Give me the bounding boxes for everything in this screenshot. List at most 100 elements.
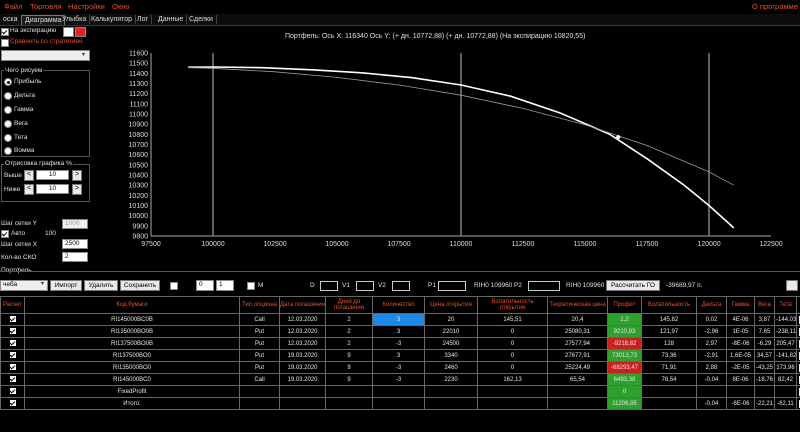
col-header[interactable]: Дней до погашения bbox=[325, 296, 373, 314]
radio-theta[interactable] bbox=[4, 134, 12, 142]
table-cell[interactable]: 6493,38 bbox=[607, 373, 642, 386]
table-cell[interactable]: Call bbox=[239, 313, 280, 326]
menu-trade[interactable]: Торговля bbox=[30, 2, 61, 11]
table-cell[interactable]: 0 bbox=[477, 361, 548, 374]
table-cell[interactable]: 25080,31 bbox=[547, 325, 608, 338]
radio-vomma[interactable] bbox=[4, 147, 12, 155]
table-cell[interactable]: 2 bbox=[325, 337, 373, 350]
table-cell[interactable]: 0 bbox=[607, 385, 642, 398]
table-cell[interactable]: 0 bbox=[477, 325, 548, 338]
tab-log[interactable]: Лог bbox=[134, 15, 153, 24]
table-cell[interactable]: 24500 bbox=[424, 337, 478, 350]
table-cell[interactable]: 82,42 bbox=[774, 373, 797, 386]
table-cell[interactable] bbox=[424, 385, 478, 398]
table-cell[interactable]: 2,88 bbox=[696, 361, 727, 374]
menu-window[interactable]: Окно bbox=[112, 2, 129, 11]
row-calc-checkbox[interactable] bbox=[0, 349, 25, 362]
tab-smile[interactable]: Улыбка bbox=[59, 15, 91, 24]
v2-input[interactable] bbox=[392, 281, 410, 291]
table-cell[interactable]: -8E-06 bbox=[726, 337, 755, 350]
tab-board[interactable]: оска bbox=[0, 15, 22, 24]
checkbox-icon[interactable] bbox=[9, 364, 16, 371]
table-cell[interactable]: 128 bbox=[641, 337, 697, 350]
table-cell[interactable]: -238,11 bbox=[774, 325, 797, 338]
table-cell[interactable]: 27577,94 bbox=[547, 337, 608, 350]
table-cell[interactable]: 12.03.2020 bbox=[279, 325, 326, 338]
col-header[interactable]: Цена открытия bbox=[424, 296, 478, 314]
col-header[interactable]: Дельта bbox=[696, 296, 727, 314]
table-cell[interactable]: -18,76 bbox=[754, 373, 775, 386]
table-cell[interactable] bbox=[239, 397, 280, 410]
below-increase-button[interactable]: > bbox=[72, 184, 82, 195]
table-cell[interactable]: 3 bbox=[372, 349, 425, 362]
table-cell[interactable]: 173,96 bbox=[774, 361, 797, 374]
table-cell[interactable]: -2E-05 bbox=[726, 361, 755, 374]
p1-input[interactable] bbox=[438, 281, 466, 291]
table-cell[interactable]: RI145000BC0B bbox=[24, 313, 240, 326]
table-cell[interactable]: 78,54 bbox=[641, 373, 697, 386]
table-cell[interactable]: -144,03 bbox=[774, 313, 797, 326]
table-cell[interactable] bbox=[372, 385, 425, 398]
table-cell[interactable] bbox=[726, 385, 755, 398]
table-cell[interactable]: RI137500BO0 bbox=[24, 349, 240, 362]
tab-deals[interactable]: Сделки bbox=[186, 15, 217, 24]
table-cell[interactable]: 2460 bbox=[424, 361, 478, 374]
table-cell[interactable]: 3340 bbox=[424, 349, 478, 362]
table-cell[interactable]: 19.03.2020 bbox=[279, 373, 326, 386]
table-cell[interactable]: Call bbox=[239, 373, 280, 386]
checkbox-icon[interactable] bbox=[9, 328, 16, 335]
select-all-checkbox[interactable] bbox=[170, 282, 178, 290]
col-header[interactable]: Вега bbox=[754, 296, 775, 314]
color-swatch-red[interactable] bbox=[75, 27, 86, 37]
table-cell[interactable]: -62,11 bbox=[774, 397, 797, 410]
table-row[interactable]: FixedProfit 0 X bbox=[0, 385, 800, 398]
table-cell[interactable]: 0 bbox=[477, 337, 548, 350]
checkbox-icon[interactable] bbox=[9, 400, 16, 407]
table-cell[interactable]: 20 bbox=[424, 313, 478, 326]
payoff-chart[interactable]: 9800 9900 10000 10100 10200 10300 10400 10500 10… bbox=[95, 26, 800, 266]
table-cell[interactable]: 9 bbox=[325, 361, 373, 374]
table-cell[interactable]: 205,47 bbox=[774, 337, 797, 350]
table-cell[interactable]: Put bbox=[239, 349, 280, 362]
compare-checkbox[interactable] bbox=[1, 39, 9, 47]
table-cell[interactable]: -2,96 bbox=[696, 325, 727, 338]
col-header[interactable]: Расчет bbox=[0, 296, 25, 314]
table-cell[interactable]: 11206,95 bbox=[607, 397, 642, 410]
below-decrease-button[interactable]: < bbox=[24, 184, 34, 195]
table-cell[interactable]: 2230 bbox=[424, 373, 478, 386]
table-cell[interactable]: -22,21 bbox=[754, 397, 775, 410]
table-cell[interactable] bbox=[325, 385, 373, 398]
row-calc-checkbox[interactable] bbox=[0, 385, 25, 398]
table-cell[interactable]: -3 bbox=[372, 361, 425, 374]
table-cell[interactable]: 71,91 bbox=[641, 361, 697, 374]
table-cell[interactable]: 1E-05 bbox=[726, 325, 755, 338]
col-header[interactable]: Тета bbox=[774, 296, 797, 314]
table-cell[interactable]: -43,25 bbox=[754, 361, 775, 374]
table-cell[interactable]: 1,6E-05 bbox=[726, 349, 755, 362]
col-header[interactable]: Волатильность bbox=[641, 296, 697, 314]
table-cell[interactable]: 145,51 bbox=[477, 313, 548, 326]
table-cell[interactable]: 145,82 bbox=[641, 313, 697, 326]
spin1-input[interactable]: 0 bbox=[196, 280, 214, 291]
table-cell[interactable]: 7,65 bbox=[754, 325, 775, 338]
table-cell[interactable] bbox=[372, 397, 425, 410]
sko-input[interactable]: 2 bbox=[62, 252, 88, 262]
table-cell[interactable] bbox=[477, 397, 548, 410]
grid-x-input[interactable]: 2500 bbox=[62, 239, 88, 249]
table-cell[interactable]: 65,54 bbox=[547, 373, 608, 386]
col-header[interactable]: X bbox=[796, 296, 800, 314]
table-cell[interactable] bbox=[547, 385, 608, 398]
table-cell[interactable]: 121,97 bbox=[641, 325, 697, 338]
table-cell[interactable]: -6,29 bbox=[754, 337, 775, 350]
table-cell[interactable] bbox=[477, 385, 548, 398]
table-cell[interactable]: RI145000BC0 bbox=[24, 373, 240, 386]
checkbox-icon[interactable] bbox=[9, 316, 16, 323]
table-cell[interactable]: -68293,47 bbox=[607, 361, 642, 374]
table-cell[interactable]: Итого: bbox=[24, 397, 240, 410]
radio-vega[interactable] bbox=[4, 120, 12, 128]
table-cell[interactable]: Put bbox=[239, 337, 280, 350]
checkbox-icon[interactable] bbox=[9, 340, 16, 347]
table-cell[interactable]: 34,57 bbox=[754, 349, 775, 362]
auto-checkbox[interactable] bbox=[1, 230, 9, 238]
table-cell[interactable] bbox=[279, 385, 326, 398]
